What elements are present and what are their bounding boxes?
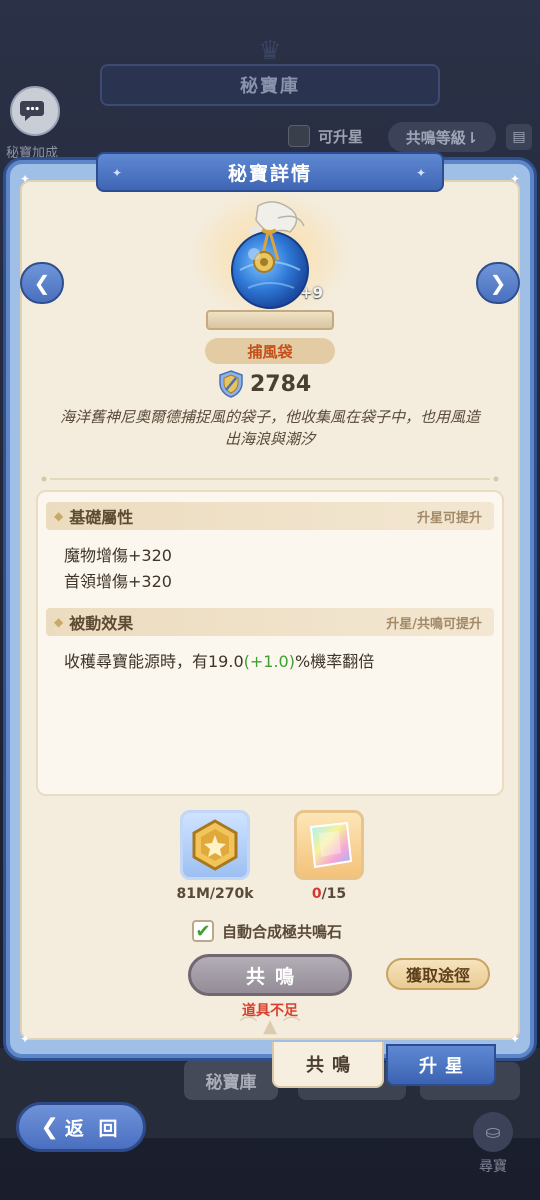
upgradable-checkbox xyxy=(288,125,310,147)
sparkle-icon: ✦ xyxy=(415,166,428,180)
passive-title: 被動效果 xyxy=(69,614,134,633)
treasure-hunt-icon: ⛀ xyxy=(473,1112,513,1152)
diamond-icon: ◆ xyxy=(54,615,64,629)
power-value: 2784 xyxy=(250,371,312,397)
item-power: 2784 xyxy=(218,370,311,398)
back-arrow-icon: ❮ xyxy=(40,1114,59,1140)
attribute-line: 首領增傷+320 xyxy=(64,572,172,591)
passive-text-before: 收穫尋寶能源時，有19.0 xyxy=(64,652,244,671)
corner-sparkle-icon: ✦ xyxy=(20,1032,31,1046)
base-attributes-title-wrap: ◆ 基礎屬性 xyxy=(54,504,133,528)
next-item-button[interactable]: ❯ xyxy=(476,262,520,304)
resonance-stone-material-slot[interactable] xyxy=(294,810,364,880)
resonance-stone-need: /15 xyxy=(321,886,347,902)
treasure-hunt-button[interactable]: ⛀ 尋寶 xyxy=(466,1112,520,1176)
auto-combine-option[interactable]: ✔ 自動合成極共鳴石 xyxy=(192,920,342,942)
corner-sparkle-icon: ✦ xyxy=(510,1032,521,1046)
modal-title: 秘寶詳情 xyxy=(227,162,312,185)
cat-emblem-icon: ⌒ ▲ ⌒ xyxy=(239,1016,301,1037)
book-icon: ▤ xyxy=(506,124,532,150)
base-attributes-header: ◆ 基礎屬性 升星可提升 xyxy=(46,502,494,530)
crown-ornament-icon: ♛ xyxy=(258,36,282,66)
resonate-button[interactable]: 共鳴 xyxy=(188,954,352,996)
obtain-method-label: 獲取途徑 xyxy=(405,966,470,985)
upgradable-label: 可升星 xyxy=(318,127,364,146)
upgradable-filter: 可升星 xyxy=(288,125,363,147)
treasure-bonus-label: 秘寶加成 xyxy=(6,146,59,161)
attributes-panel: ◆ 基礎屬性 升星可提升 魔物增傷+320 首領增傷+320 ◆ 被動效果 升星… xyxy=(36,490,504,796)
resonate-button-label: 共鳴 xyxy=(245,965,304,988)
passive-effect-text: 收穫尋寶能源時，有19.0(+1.0)%機率翻倍 xyxy=(64,648,374,672)
attribute-line: 魔物增傷+320 xyxy=(64,546,172,565)
corner-sparkle-icon: ✦ xyxy=(20,172,31,186)
resonance-stone-have: 0 xyxy=(311,886,322,902)
auto-combine-checkbox[interactable]: ✔ xyxy=(192,920,214,942)
back-button[interactable]: ❮ 返 回 xyxy=(16,1102,146,1152)
resonance-stone-count: 0/15 xyxy=(284,886,374,902)
resonance-stone-icon xyxy=(309,821,353,869)
item-name: 捕風袋 xyxy=(247,342,293,361)
item-level-badge: +9 xyxy=(300,284,324,302)
tab-upgrade-star[interactable]: 升星 xyxy=(386,1044,496,1086)
passive-bonus: (+1.0) xyxy=(243,652,295,671)
tab-resonate[interactable]: 共鳴 xyxy=(272,1042,384,1088)
corner-sparkle-icon: ✦ xyxy=(510,172,521,186)
chevron-right-icon: ❯ xyxy=(489,271,507,295)
diamond-icon: ◆ xyxy=(54,509,64,523)
auto-combine-label: 自動合成極共鳴石 xyxy=(222,922,343,941)
item-name-plate: 捕風袋 xyxy=(205,338,335,364)
tab-vault: 秘寶庫 xyxy=(184,1060,278,1100)
sparkle-icon: ✦ xyxy=(112,166,125,180)
obtain-method-button[interactable]: 獲取途徑 xyxy=(386,958,490,990)
vault-header-title: 秘寶庫 xyxy=(240,76,300,97)
modal-title-bar: ✦ 秘寶詳情 ✦ xyxy=(96,152,444,192)
base-attributes-hint: 升星可提升 xyxy=(416,510,482,526)
sort-dropdown: 共鳴等級⇂ xyxy=(388,122,496,152)
back-label: 返 回 xyxy=(64,1117,122,1140)
ornament-divider xyxy=(41,476,499,482)
base-attributes-title: 基礎屬性 xyxy=(69,508,134,527)
passive-hint: 升星/共鳴可提升 xyxy=(386,616,482,632)
tab-upgrade-label: 升星 xyxy=(419,1056,471,1077)
gold-coin-count: 81M/270k xyxy=(176,886,254,902)
treasure-hunt-label: 尋寶 xyxy=(479,1159,507,1175)
chevron-left-icon: ❮ xyxy=(33,271,51,295)
previous-item-button[interactable]: ❮ xyxy=(20,262,64,304)
vault-header: 秘寶庫 xyxy=(100,64,440,106)
item-description: 海洋舊神尼奧爾德捕捉風的袋子，他收集風在袋子中，也用風造出海浪與潮汐 xyxy=(59,408,480,448)
tab-resonate-label: 共鳴 xyxy=(306,1055,358,1076)
chat-bubble-icon xyxy=(20,101,44,121)
power-shield-icon xyxy=(219,370,243,398)
passive-title-wrap: ◆ 被動效果 xyxy=(54,610,133,634)
passive-effect-header: ◆ 被動效果 升星/共鳴可提升 xyxy=(46,608,494,636)
chat-button[interactable] xyxy=(10,86,60,136)
passive-text-after: %機率翻倍 xyxy=(294,652,375,671)
gold-coin-material-slot[interactable] xyxy=(180,810,250,880)
gold-coin-icon xyxy=(192,819,238,871)
